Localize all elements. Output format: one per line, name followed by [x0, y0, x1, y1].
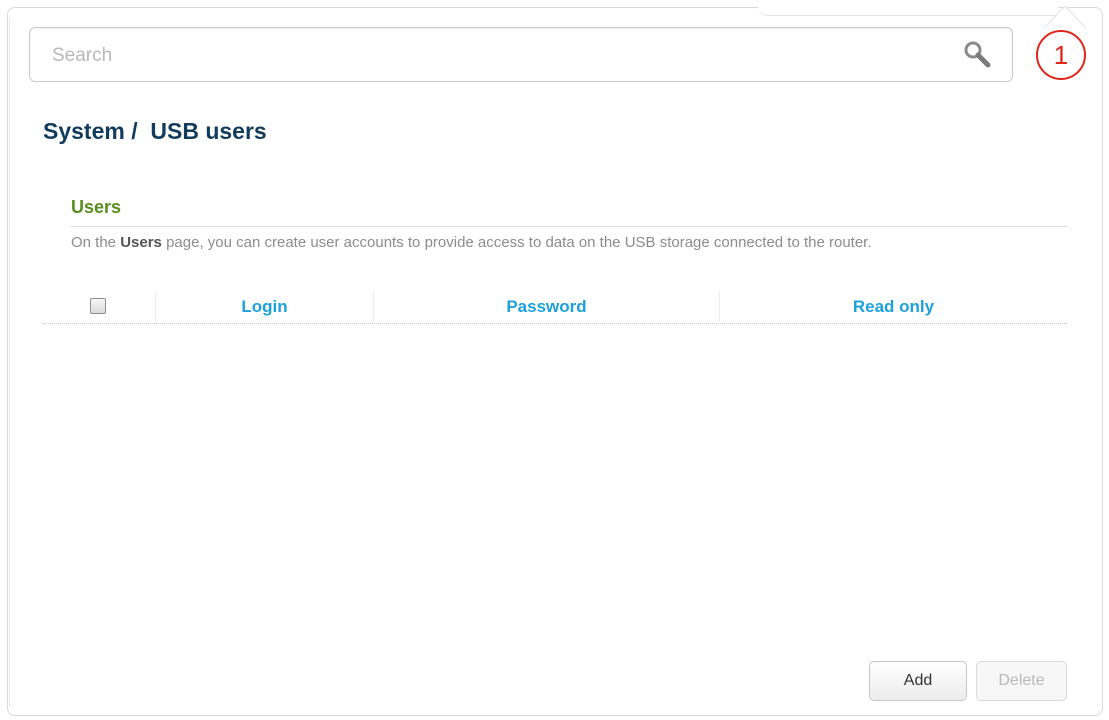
- notification-badge[interactable]: 1: [1036, 30, 1086, 80]
- page-title: System / USB users: [43, 118, 267, 144]
- panel-edge: [9, 18, 10, 708]
- column-header-read-only[interactable]: Read only: [720, 290, 1067, 324]
- search-icon[interactable]: [962, 39, 992, 69]
- description-text: page, you can create user accounts to pr…: [161, 234, 872, 251]
- content-panel: [7, 7, 1103, 716]
- notification-pointer: [1043, 5, 1087, 28]
- description-text: On the: [71, 234, 121, 251]
- column-header-login[interactable]: Login: [156, 290, 373, 324]
- section-divider: [71, 226, 1067, 227]
- column-header-password[interactable]: Password: [374, 290, 719, 324]
- users-table-header: Login Password Read only: [43, 290, 1067, 324]
- panel-top-notch: [758, 0, 1058, 16]
- section-description: On the Users page, you can create user a…: [71, 233, 1031, 252]
- section-title: Users: [71, 197, 122, 217]
- add-button[interactable]: Add: [869, 661, 967, 701]
- delete-button[interactable]: Delete: [976, 661, 1067, 701]
- search-input[interactable]: [52, 43, 932, 69]
- description-emphasis: Users: [120, 234, 162, 251]
- search-bar[interactable]: [29, 27, 1013, 82]
- select-all-checkbox[interactable]: [90, 298, 106, 314]
